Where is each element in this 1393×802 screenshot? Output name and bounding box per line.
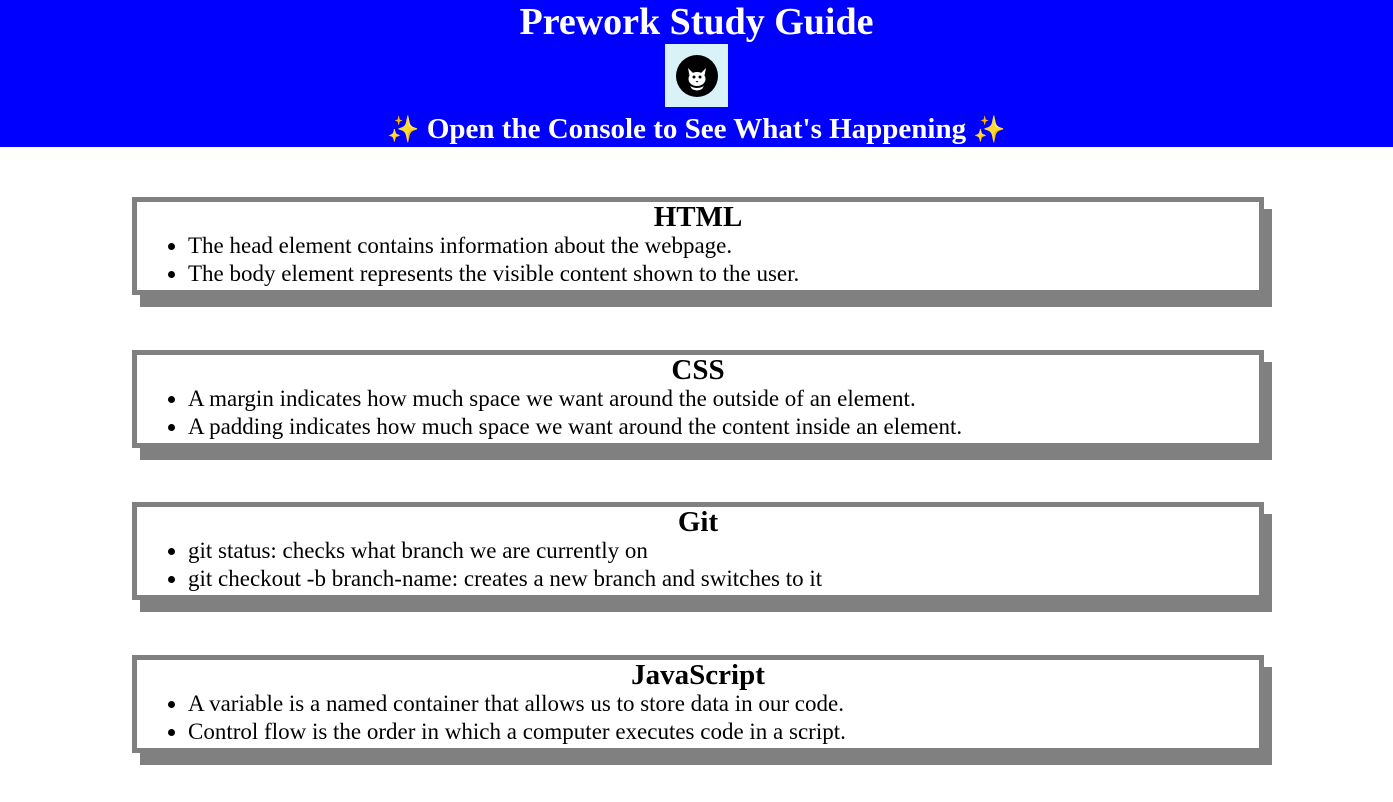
subtitle-text: Open the Console to See What's Happening <box>426 113 967 145</box>
section-css: CSS A margin indicates how much space we… <box>132 350 1264 448</box>
section-git: Git git status: checks what branch we ar… <box>132 502 1264 600</box>
list-item: The head element contains information ab… <box>188 232 1259 260</box>
list-item: A variable is a named container that all… <box>188 690 1259 718</box>
list-item: A margin indicates how much space we wan… <box>188 385 1259 413</box>
section-list: A margin indicates how much space we wan… <box>137 385 1259 443</box>
section-list: The head element contains information ab… <box>137 232 1259 290</box>
page-header: Prework Study Guide ✨ Open the Console t… <box>0 0 1393 147</box>
section-list: A variable is a named container that all… <box>137 690 1259 748</box>
cat-face-icon <box>675 54 718 97</box>
section-title: HTML <box>653 201 743 233</box>
list-item: git checkout -b branch-name: creates a n… <box>188 565 1259 593</box>
section-title: JavaScript <box>631 659 765 691</box>
section-javascript: JavaScript A variable is a named contain… <box>132 655 1264 753</box>
list-item: The body element represents the visible … <box>188 260 1259 288</box>
logo <box>665 44 728 107</box>
sparkle-icon-right: ✨ <box>973 115 1006 145</box>
list-item: git status: checks what branch we are cu… <box>188 537 1259 565</box>
list-item: Control flow is the order in which a com… <box>188 718 1259 746</box>
section-title: CSS <box>671 354 725 386</box>
sparkle-icon-left: ✨ <box>387 115 420 145</box>
section-html: HTML The head element contains informati… <box>132 197 1264 295</box>
page-title: Prework Study Guide <box>519 1 874 43</box>
section-list: git status: checks what branch we are cu… <box>137 537 1259 595</box>
console-hint: ✨ Open the Console to See What's Happeni… <box>0 111 1393 148</box>
list-item: A padding indicates how much space we wa… <box>188 413 1259 441</box>
section-title: Git <box>677 506 719 538</box>
